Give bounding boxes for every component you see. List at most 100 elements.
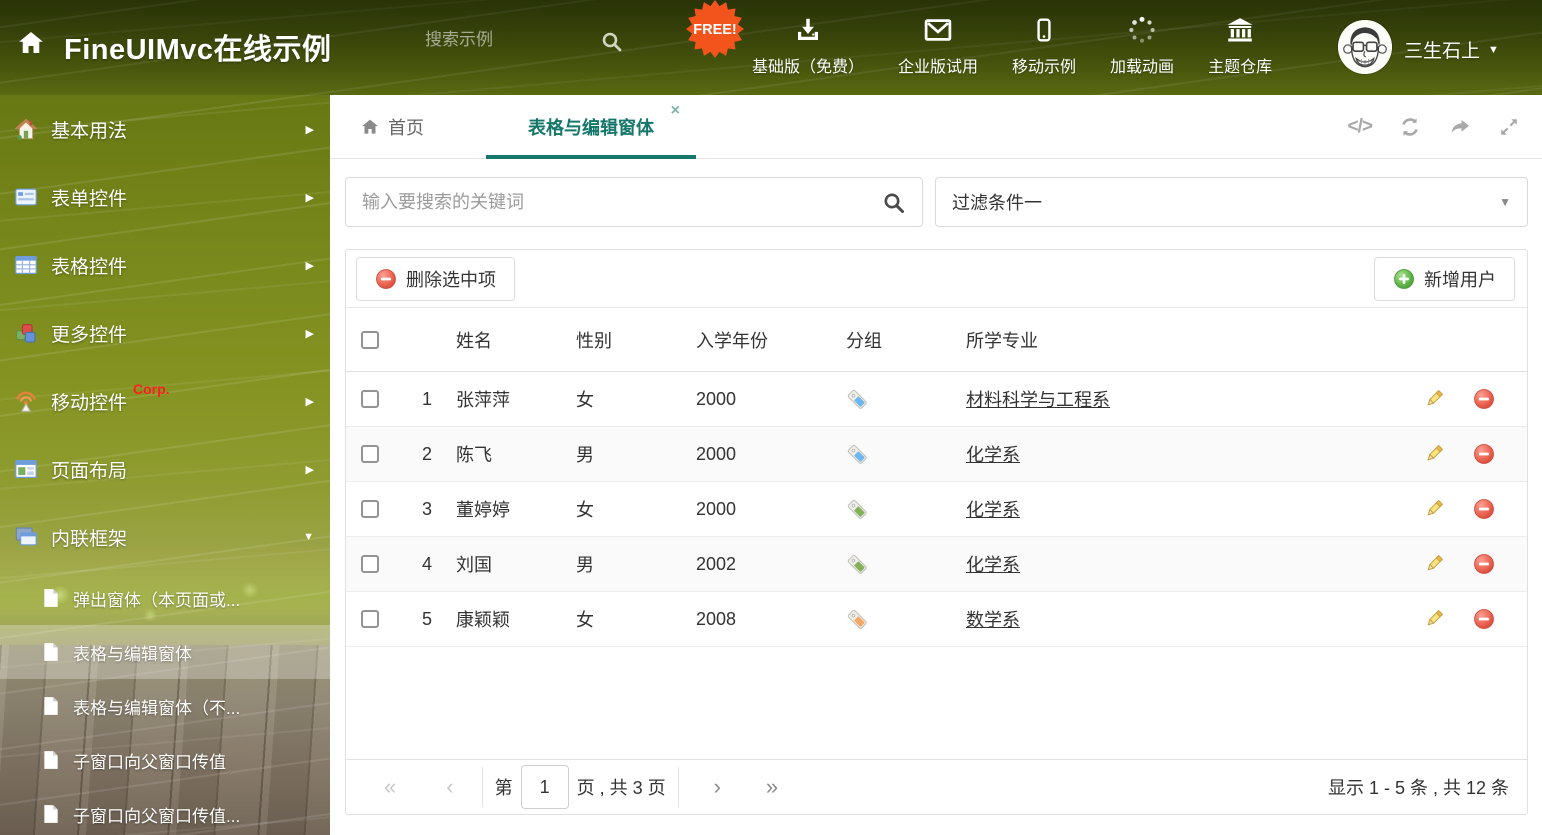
row-checkbox[interactable] (361, 610, 379, 628)
col-header-year: 入学年份 (696, 330, 768, 351)
sidebar-item-page-layout[interactable]: 页面布局 ▶ (0, 435, 330, 503)
delete-icon[interactable] (1473, 498, 1495, 520)
edit-icon[interactable] (1423, 498, 1445, 520)
table-header-row: 姓名 性别 入学年份 分组 所学专业 (346, 308, 1527, 372)
delete-icon[interactable] (1473, 443, 1495, 465)
sidebar-sublabel: 子窗口向父窗口传值 (73, 752, 226, 772)
delete-selected-label: 删除选中项 (406, 269, 496, 290)
sidebar-subitem-child-to-parent[interactable]: 子窗口向父窗口传值 (0, 733, 330, 787)
sidebar-label: 基本用法 (51, 120, 128, 142)
sidebar-item-form-controls[interactable]: 表单控件 ▶ (0, 163, 330, 231)
arrow-right-icon: ▶ (305, 463, 314, 476)
edit-icon[interactable] (1423, 553, 1445, 575)
major-link[interactable]: 化学系 (966, 500, 1020, 520)
table-row: 4 刘国 男 2002 化学系 (346, 537, 1527, 592)
nav-loading-anim[interactable]: 加载动画 (1110, 13, 1174, 77)
tab-tools: </> (1348, 95, 1520, 158)
delete-icon[interactable] (1473, 388, 1495, 410)
row-checkbox[interactable] (361, 390, 379, 408)
sidebar-subitem-grid-edit-window[interactable]: 表格与编辑窗体 (0, 625, 330, 679)
add-user-button[interactable]: 新增用户 (1374, 256, 1515, 301)
sidebar-subitem-grid-edit-window-2[interactable]: 表格与编辑窗体（不... (0, 679, 330, 733)
tag-icon (846, 498, 869, 521)
major-link[interactable]: 化学系 (966, 555, 1020, 575)
download-icon (793, 13, 823, 47)
sidebar-subitem-child-to-parent-2[interactable]: 子窗口向父窗口传值... (0, 787, 330, 835)
header-search-input[interactable] (425, 30, 585, 50)
col-header-major: 所学专业 (966, 330, 1038, 351)
nav-label: 企业版试用 (898, 59, 979, 76)
major-link[interactable]: 数学系 (966, 610, 1020, 630)
share-icon[interactable] (1448, 115, 1472, 139)
sidebar-label: 更多控件 (51, 324, 128, 346)
table-row: 5 康颖颖 女 2008 数学系 (346, 592, 1527, 647)
delete-icon[interactable] (1473, 553, 1495, 575)
sidebar-item-basic-usage[interactable]: 基本用法 ▶ (0, 95, 330, 163)
record-summary: 显示 1 - 5 条 , 共 12 条 (1327, 778, 1509, 798)
sidebar-subitem-popup-window[interactable]: 弹出窗体（本页面或... (0, 571, 330, 625)
file-icon (42, 588, 60, 608)
cell-gender: 女 (576, 500, 594, 520)
username: 三生石上 (1404, 41, 1481, 62)
user-menu[interactable]: 三生石上 ▼ (1404, 36, 1499, 63)
first-page-icon[interactable]: « (384, 776, 396, 798)
nav-label: 移动示例 (1012, 59, 1077, 76)
sidebar-item-mobile-controls[interactable]: 移动控件 Corp. ▶ (0, 367, 330, 435)
header-nav: 基础版（免费） 企业版试用 移动示例 加载动画 主题仓库 (752, 13, 1306, 77)
app-title[interactable]: FineUIMvc在线示例 (64, 26, 332, 68)
sidebar-item-grid-controls[interactable]: 表格控件 ▶ (0, 231, 330, 299)
last-page-icon[interactable]: » (766, 776, 778, 798)
next-page-icon[interactable]: › (714, 776, 721, 798)
form-icon (14, 185, 38, 209)
page-prefix: 第 (494, 778, 513, 798)
close-icon[interactable]: × (671, 103, 680, 119)
edit-icon[interactable] (1423, 388, 1445, 410)
keyword-search-input[interactable] (346, 178, 922, 226)
antenna-icon (14, 389, 38, 413)
free-badge: FREE! (686, 0, 744, 58)
delete-selected-button[interactable]: 删除选中项 (356, 256, 515, 301)
col-header-group: 分组 (846, 330, 882, 351)
view-source-icon[interactable]: </> (1348, 116, 1374, 138)
corp-badge: Corp. (133, 381, 170, 397)
avatar[interactable] (1338, 20, 1392, 74)
nav-mobile-demo[interactable]: 移动示例 (1012, 13, 1076, 77)
header-search-icon[interactable] (600, 30, 624, 54)
tab-home[interactable]: 首页 (360, 114, 424, 140)
page-number-input[interactable] (520, 765, 569, 809)
home-icon[interactable] (16, 28, 46, 58)
row-checkbox[interactable] (361, 555, 379, 573)
main-panel: 首页 表格与编辑窗体 × </> 输入要搜索的关键词 过滤条件一 ▼ 删除选中项… (330, 95, 1542, 835)
edit-icon[interactable] (1423, 608, 1445, 630)
row-checkbox[interactable] (361, 500, 379, 518)
spinner-icon (1127, 13, 1157, 47)
arrow-right-icon: ▶ (305, 259, 314, 272)
tab-grid-edit-window[interactable]: 表格与编辑窗体 × (486, 95, 696, 159)
refresh-icon[interactable] (1398, 115, 1422, 139)
delete-icon[interactable] (1473, 608, 1495, 630)
nav-theme-repo[interactable]: 主题仓库 (1208, 13, 1272, 77)
home-colored-icon (14, 117, 38, 141)
search-icon[interactable] (882, 191, 906, 215)
top-header: FineUIMvc在线示例 FREE! 基础版（免费） 企业版试用 移动示例 (0, 0, 1542, 95)
row-index: 5 (421, 608, 432, 629)
cell-year: 2000 (696, 388, 737, 409)
expand-icon[interactable] (1498, 116, 1520, 138)
major-link[interactable]: 化学系 (966, 445, 1020, 465)
sidebar-item-iframe[interactable]: 内联框架 ▼ (0, 503, 330, 571)
row-checkbox[interactable] (361, 445, 379, 463)
sidebar-item-more-controls[interactable]: 更多控件 ▶ (0, 299, 330, 367)
arrow-down-icon: ▼ (303, 531, 314, 543)
col-header-name: 姓名 (456, 330, 492, 351)
tag-icon (846, 388, 869, 411)
prev-page-icon[interactable]: ‹ (446, 776, 453, 798)
edit-icon[interactable] (1423, 443, 1445, 465)
nav-enterprise-trial[interactable]: 企业版试用 (898, 13, 978, 77)
tab-active-label: 表格与编辑窗体 (528, 117, 654, 138)
arrow-right-icon: ▶ (305, 191, 314, 204)
filter-select[interactable]: 过滤条件一 ▼ (935, 177, 1528, 227)
nav-basic-free[interactable]: 基础版（免费） (752, 13, 864, 77)
major-link[interactable]: 材料科学与工程系 (966, 390, 1110, 410)
select-all-checkbox[interactable] (361, 330, 379, 349)
arrow-right-icon: ▶ (305, 327, 314, 340)
